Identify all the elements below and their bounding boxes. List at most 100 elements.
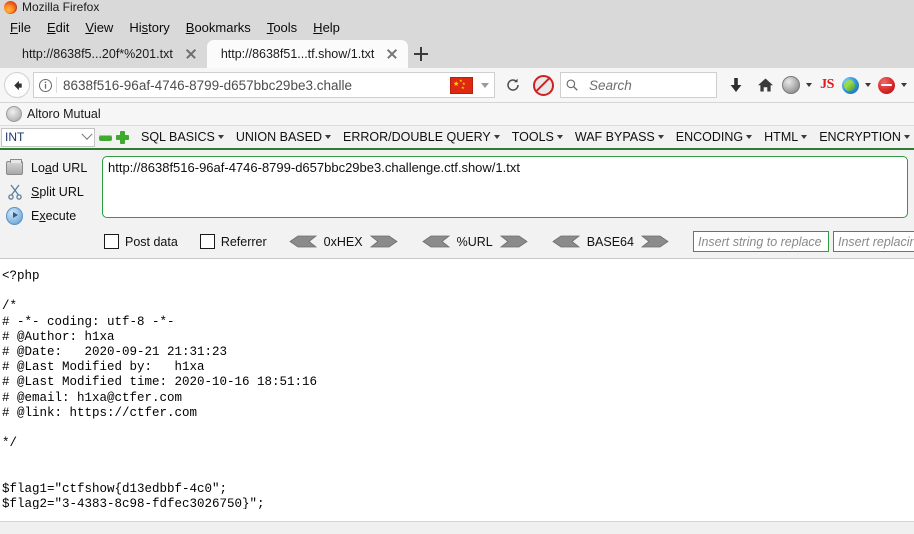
tab-1[interactable]: http://8638f5...20f*%201.txt	[8, 40, 207, 68]
tab-strip: http://8638f5...20f*%201.txt http://8638…	[0, 38, 914, 68]
menu-help[interactable]: Help	[305, 18, 348, 37]
new-tab-button[interactable]	[408, 40, 434, 68]
post-data-checkbox-wrap[interactable]: Post data	[104, 234, 178, 249]
codec-label: %URL	[456, 234, 493, 249]
codec-label: 0xHEX	[323, 234, 363, 249]
globe-extension-button[interactable]	[780, 71, 802, 99]
bookmark-item-altoro-mutual[interactable]: Altoro Mutual	[27, 107, 101, 121]
toolbar-icon-group: JS	[722, 71, 910, 99]
split-url-button[interactable]: Split URL	[6, 183, 102, 200]
globe-extension-caret[interactable]	[803, 71, 815, 99]
red-extension-caret[interactable]	[898, 71, 910, 99]
bookmarks-toolbar: Altoro Mutual	[0, 103, 914, 126]
chevron-down-icon	[746, 135, 753, 139]
hackbar-menu-waf-bypass[interactable]: WAF BYPASS	[575, 130, 664, 144]
chevron-down-icon	[493, 135, 500, 139]
noscript-button[interactable]	[529, 71, 557, 99]
tab-title: http://8638f51...tf.show/1.txt	[220, 47, 375, 61]
foxyproxy-caret[interactable]	[862, 71, 874, 99]
downloads-button[interactable]	[722, 71, 750, 99]
back-button[interactable]	[4, 72, 30, 98]
hackbar-main-row: Load URL Split URL Execute http://8638f5…	[0, 156, 914, 225]
menu-label: SQL BASICS	[141, 130, 215, 144]
tab-close-icon[interactable]	[384, 46, 400, 62]
execute-button[interactable]: Execute	[6, 206, 102, 225]
hackbar-menu-error-double-query[interactable]: ERROR/DOUBLE QUERY	[343, 130, 500, 144]
menu-bookmarks[interactable]: Bookmarks	[178, 18, 259, 37]
red-extension-button[interactable]	[875, 71, 897, 99]
foxyproxy-button[interactable]	[839, 71, 861, 99]
action-label: Load URL	[31, 160, 88, 175]
post-data-checkbox[interactable]	[104, 234, 119, 249]
js-toggle-button[interactable]: JS	[816, 71, 838, 99]
chevron-down-icon	[325, 135, 332, 139]
action-label: Split URL	[31, 184, 84, 199]
chevron-down-icon	[801, 135, 808, 139]
codec-url: %URL	[421, 234, 528, 249]
info-icon[interactable]	[34, 74, 56, 96]
menu-file[interactable]: File	[2, 18, 39, 37]
referrer-checkbox-wrap[interactable]: Referrer	[199, 234, 267, 249]
hex-decode-button[interactable]	[288, 235, 317, 248]
window-titlebar: Mozilla Firefox	[0, 0, 914, 16]
url-decode-button[interactable]	[421, 235, 450, 248]
hackbar-url-textarea[interactable]: http://8638f516-96af-4746-8799-d657bbc29…	[102, 156, 908, 218]
menu-label: HTML	[764, 130, 799, 144]
menu-history[interactable]: History	[121, 18, 177, 37]
window-title: Mozilla Firefox	[22, 0, 100, 14]
downloads-icon	[730, 77, 742, 92]
home-icon	[757, 78, 773, 92]
address-bar-url[interactable]: 8638f516-96af-4746-8799-d657bbc29be3.cha…	[57, 78, 450, 93]
proxy-dropdown-icon[interactable]	[481, 82, 489, 88]
home-button[interactable]	[751, 71, 779, 99]
hackbar-add-button[interactable]	[116, 130, 129, 144]
globe-gray-icon	[782, 76, 800, 94]
replace-search-input[interactable]: Insert string to replace	[692, 231, 829, 252]
menu-label: UNION BASED	[235, 130, 323, 144]
chevron-down-icon	[81, 128, 93, 140]
tab-2[interactable]: http://8638f51...tf.show/1.txt	[206, 40, 409, 68]
hackbar-menu-sql-basics[interactable]: SQL BASICS	[141, 130, 224, 144]
menu-label: TOOLS	[511, 130, 554, 144]
tab-close-icon[interactable]	[183, 46, 199, 62]
base64-encode-button[interactable]	[640, 235, 669, 248]
hex-encode-button[interactable]	[369, 235, 398, 248]
referrer-checkbox[interactable]	[199, 234, 215, 249]
replace-with-input[interactable]: Insert replacing string	[832, 231, 914, 252]
chevron-down-icon	[903, 135, 910, 139]
split-url-icon	[6, 183, 23, 200]
load-url-icon	[6, 158, 23, 176]
codec-label: BASE64	[586, 234, 634, 249]
menu-view[interactable]: View	[77, 18, 121, 37]
action-label: Execute	[31, 208, 77, 223]
navigation-toolbar: 8638f516-96af-4746-8799-d657bbc29be3.cha…	[0, 68, 914, 103]
address-bar[interactable]: 8638f516-96af-4746-8799-d657bbc29be3.cha…	[33, 72, 495, 98]
base64-decode-button[interactable]	[551, 235, 580, 248]
menu-label: ENCODING	[675, 130, 744, 144]
china-flag-icon[interactable]: ★ ★ ★ ★	[450, 76, 473, 94]
menu-edit[interactable]: Edit	[39, 18, 77, 37]
php-source-text: <?php /* # -*- coding: utf-8 -*- # @Auth…	[2, 269, 318, 509]
hackbar-type-select[interactable]: INT	[1, 127, 95, 147]
hackbar-remove-button[interactable]	[99, 135, 112, 141]
reload-button[interactable]	[500, 72, 526, 98]
hackbar-menu-encryption[interactable]: ENCRYPTION	[819, 130, 910, 144]
hackbar-menu-tools[interactable]: TOOLS	[512, 130, 563, 144]
search-bar[interactable]: Search	[560, 72, 717, 98]
codec-base64: BASE64	[551, 234, 669, 249]
chevron-down-icon	[556, 135, 563, 139]
codec-hex: 0xHEX	[288, 234, 398, 249]
horizontal-scrollbar[interactable]	[0, 521, 914, 534]
referrer-label: Referrer	[220, 234, 267, 249]
hackbar-menu-html[interactable]: HTML	[764, 130, 808, 144]
menu-tools[interactable]: Tools	[259, 18, 305, 37]
search-input[interactable]: Search	[583, 78, 716, 93]
foxyproxy-icon	[841, 76, 859, 94]
hackbar-menu-union-based[interactable]: UNION BASED	[235, 130, 332, 144]
firefox-logo-icon	[4, 0, 17, 14]
page-content: <?php /* # -*- coding: utf-8 -*- # @Auth…	[0, 259, 914, 509]
url-encode-button[interactable]	[499, 235, 528, 248]
js-badge-icon: JS	[820, 77, 834, 92]
load-url-button[interactable]: Load URL	[6, 158, 102, 176]
hackbar-menu-encoding[interactable]: ENCODING	[675, 130, 753, 144]
